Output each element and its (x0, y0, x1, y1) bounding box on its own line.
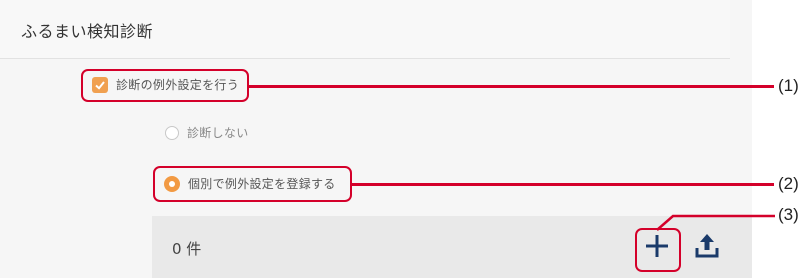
upload-button[interactable] (693, 231, 721, 259)
panel-header: ふるまい検知診断 (0, 0, 730, 59)
callout-label-2: (2) (778, 174, 799, 193)
callout-line-2 (352, 183, 774, 186)
highlight-box-1 (81, 69, 249, 102)
radio-no-diagnosis-label: 診断しない (187, 126, 249, 140)
callout-label-1: (1) (778, 76, 799, 95)
highlight-box-2 (153, 166, 352, 202)
highlight-box-3 (635, 228, 681, 272)
panel-title: ふるまい検知診断 (21, 22, 154, 41)
radio-no-diagnosis[interactable] (165, 125, 179, 140)
callout-line-3 (656, 214, 775, 231)
item-count: 0 件 (172, 240, 202, 258)
callout-line-1 (249, 85, 774, 88)
upload-icon (695, 234, 719, 258)
radio-no-diagnosis-row[interactable]: 診断しない (165, 124, 249, 141)
callout-label-3: (3) (778, 205, 799, 224)
